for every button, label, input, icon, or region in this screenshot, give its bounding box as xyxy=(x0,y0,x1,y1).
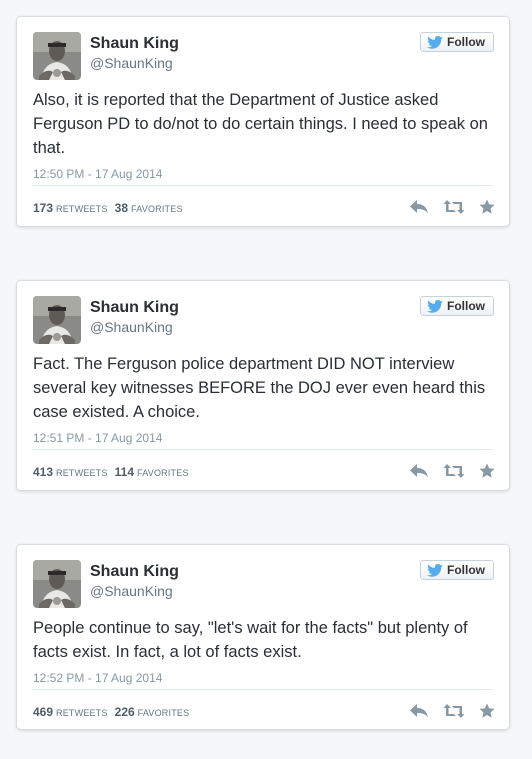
tweet-card: Shaun King @ShaunKing Follow People cont… xyxy=(16,544,510,730)
retweets-label[interactable]: RETWEETS xyxy=(56,204,108,214)
favorites-label[interactable]: FAVORITES xyxy=(131,204,183,214)
retweet-count[interactable]: 469 xyxy=(33,705,53,719)
tweet-text: People continue to say, "let's wait for … xyxy=(33,619,468,661)
tweet-actions xyxy=(409,463,495,479)
follow-button[interactable]: Follow xyxy=(420,32,494,52)
tweet-timestamp[interactable]: 12:50 PM - 17 Aug 2014 xyxy=(33,167,162,181)
favorites-label[interactable]: FAVORITES xyxy=(137,468,189,478)
favorite-count[interactable]: 38 xyxy=(115,201,128,215)
twitter-bird-icon xyxy=(427,299,443,313)
tweet-timestamp[interactable]: 12:51 PM - 17 Aug 2014 xyxy=(33,431,162,445)
reply-icon[interactable] xyxy=(409,703,429,719)
avatar[interactable] xyxy=(33,296,81,344)
tweet-stats: 173 RETWEETS 38 FAVORITES xyxy=(33,201,190,215)
reply-icon[interactable] xyxy=(409,463,429,479)
favorite-count[interactable]: 226 xyxy=(115,705,135,719)
author-handle[interactable]: @ShaunKing xyxy=(90,55,173,71)
follow-button[interactable]: Follow xyxy=(420,296,494,316)
tweet-text: Fact. The Ferguson police department DID… xyxy=(33,355,486,421)
divider xyxy=(33,449,493,450)
tweet-stats: 469 RETWEETS 226 FAVORITES xyxy=(33,705,196,719)
follow-button[interactable]: Follow xyxy=(420,560,494,580)
follow-label: Follow xyxy=(447,35,485,49)
tweet-card: Shaun King @ShaunKing Follow Also, it is… xyxy=(16,16,510,227)
star-icon[interactable] xyxy=(479,199,495,215)
retweet-icon[interactable] xyxy=(443,703,465,719)
author-name[interactable]: Shaun King xyxy=(90,563,179,581)
author-handle[interactable]: @ShaunKing xyxy=(90,319,173,335)
tweet-text: Also, it is reported that the Department… xyxy=(33,91,488,157)
twitter-bird-icon xyxy=(427,35,443,49)
retweets-label[interactable]: RETWEETS xyxy=(56,708,108,718)
divider xyxy=(33,185,493,186)
favorite-count[interactable]: 114 xyxy=(115,465,134,479)
tweet-actions xyxy=(409,199,495,215)
tweet-stats: 413 RETWEETS 114 FAVORITES xyxy=(33,465,196,479)
divider xyxy=(33,689,493,690)
follow-label: Follow xyxy=(447,299,485,313)
retweet-icon[interactable] xyxy=(443,463,465,479)
avatar[interactable] xyxy=(33,32,81,80)
tweet-timestamp[interactable]: 12:52 PM - 17 Aug 2014 xyxy=(33,671,162,685)
star-icon[interactable] xyxy=(479,703,495,719)
author-name[interactable]: Shaun King xyxy=(90,299,179,317)
reply-icon[interactable] xyxy=(409,199,429,215)
retweets-label[interactable]: RETWEETS xyxy=(56,468,108,478)
tweet-actions xyxy=(409,703,495,719)
avatar[interactable] xyxy=(33,560,81,608)
favorites-label[interactable]: FAVORITES xyxy=(138,708,190,718)
star-icon[interactable] xyxy=(479,463,495,479)
retweet-count[interactable]: 173 xyxy=(33,201,53,215)
retweet-icon[interactable] xyxy=(443,199,465,215)
author-name[interactable]: Shaun King xyxy=(90,35,179,53)
retweet-count[interactable]: 413 xyxy=(33,465,53,479)
twitter-bird-icon xyxy=(427,563,443,577)
follow-label: Follow xyxy=(447,563,485,577)
author-handle[interactable]: @ShaunKing xyxy=(90,583,173,599)
tweet-card: Shaun King @ShaunKing Follow Fact. The F… xyxy=(16,280,510,491)
